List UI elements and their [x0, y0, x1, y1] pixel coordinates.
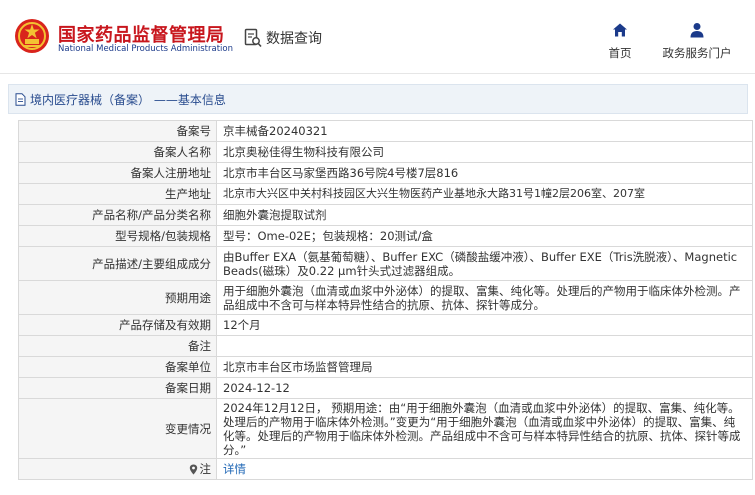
- note-label: 注: [199, 462, 212, 476]
- table-row: 型号规格/包装规格 型号：Ome-02E；包装规格：20测试/盒: [18, 225, 753, 247]
- table-row: 备注: [18, 335, 753, 357]
- field-label: 备案号: [18, 120, 217, 142]
- field-label: 备案人名称: [18, 141, 217, 163]
- field-label: 预期用途: [18, 280, 217, 315]
- table-row: 备案人注册地址 北京市丰台区马家堡西路36号院4号楼7层816: [18, 162, 753, 184]
- nav-home-label: 首页: [608, 46, 632, 60]
- field-value: 北京市丰台区马家堡西路36号院4号楼7层816: [216, 162, 753, 184]
- breadcrumb-text: 境内医疗器械（备案） ——基本信息: [30, 92, 226, 107]
- national-emblem-icon: [15, 19, 49, 53]
- nav-gov-portal[interactable]: 政务服务门户: [656, 22, 738, 61]
- field-value: 详情: [216, 458, 753, 480]
- field-value: 2024年12月12日， 预期用途：由“用于细胞外囊泡（血清或血浆中外泌体）的提…: [216, 398, 753, 459]
- record-info-table: 备案号 京丰械备20240321 备案人名称 北京奥秘佳得生物科技有限公司 备案…: [18, 120, 753, 480]
- document-icon: [15, 92, 26, 106]
- field-value: 型号：Ome-02E；包装规格：20测试/盒: [216, 225, 753, 247]
- field-value: 12个月: [216, 314, 753, 336]
- field-value: 2024-12-12: [216, 377, 753, 399]
- field-value: [216, 335, 753, 357]
- field-label: 备案单位: [18, 356, 217, 378]
- field-value: 北京奥秘佳得生物科技有限公司: [216, 141, 753, 163]
- field-value: 北京市大兴区中关村科技园区大兴生物医药产业基地永大路31号1幢2层206室、20…: [216, 183, 753, 205]
- table-row: 备案日期 2024-12-12: [18, 377, 753, 399]
- field-label: 产品存储及有效期: [18, 314, 217, 336]
- site-header: 国家药品监督管理局 National Medical Products Admi…: [0, 0, 755, 74]
- search-document-icon: [244, 28, 262, 48]
- field-value: 北京市丰台区市场监督管理局: [216, 356, 753, 378]
- field-value: 京丰械备20240321: [216, 120, 753, 142]
- data-query-link[interactable]: 数据查询: [244, 28, 322, 48]
- field-label: 变更情况: [18, 398, 217, 459]
- home-icon: [613, 23, 627, 37]
- table-row: 备案人名称 北京奥秘佳得生物科技有限公司: [18, 141, 753, 163]
- field-label: 备案人注册地址: [18, 162, 217, 184]
- table-row: 备案单位 北京市丰台区市场监督管理局: [18, 356, 753, 378]
- details-link[interactable]: 详情: [223, 462, 246, 476]
- table-row: 注 详情: [18, 458, 753, 480]
- field-label: 备案日期: [18, 377, 217, 399]
- field-label: 生产地址: [18, 183, 217, 205]
- field-value: 用于细胞外囊泡（血清或血浆中外泌体）的提取、富集、纯化等。处理后的产物用于临床体…: [216, 280, 753, 315]
- table-row: 生产地址 北京市大兴区中关村科技园区大兴生物医药产业基地永大路31号1幢2层20…: [18, 183, 753, 205]
- field-label: 产品描述/主要组成成分: [18, 246, 217, 281]
- field-value: 细胞外囊泡提取试剂: [216, 204, 753, 226]
- table-row: 产品存储及有效期 12个月: [18, 314, 753, 336]
- table-row: 产品描述/主要组成成分 由Buffer EXA（氨基葡萄糖）、Buffer EX…: [18, 246, 753, 281]
- table-row: 预期用途 用于细胞外囊泡（血清或血浆中外泌体）的提取、富集、纯化等。处理后的产物…: [18, 280, 753, 315]
- breadcrumb: 境内医疗器械（备案） ——基本信息: [8, 84, 748, 114]
- nav-gov-portal-label: 政务服务门户: [662, 46, 732, 60]
- field-label: 产品名称/产品分类名称: [18, 204, 217, 226]
- table-row: 变更情况 2024年12月12日， 预期用途：由“用于细胞外囊泡（血清或血浆中外…: [18, 398, 753, 459]
- info-pin-icon: [189, 464, 197, 475]
- field-label: 注: [18, 458, 217, 480]
- field-value: 由Buffer EXA（氨基葡萄糖）、Buffer EXC（磷酸盐缓冲液）、Bu…: [216, 246, 753, 281]
- table-row: 产品名称/产品分类名称 细胞外囊泡提取试剂: [18, 204, 753, 226]
- data-query-label: 数据查询: [266, 31, 322, 47]
- table-row: 备案号 京丰械备20240321: [18, 120, 753, 142]
- field-label: 备注: [18, 335, 217, 357]
- user-icon: [690, 23, 704, 38]
- nav-home[interactable]: 首页: [600, 22, 640, 61]
- field-label: 型号规格/包装规格: [18, 225, 217, 247]
- site-title-en: National Medical Products Administration: [58, 44, 233, 54]
